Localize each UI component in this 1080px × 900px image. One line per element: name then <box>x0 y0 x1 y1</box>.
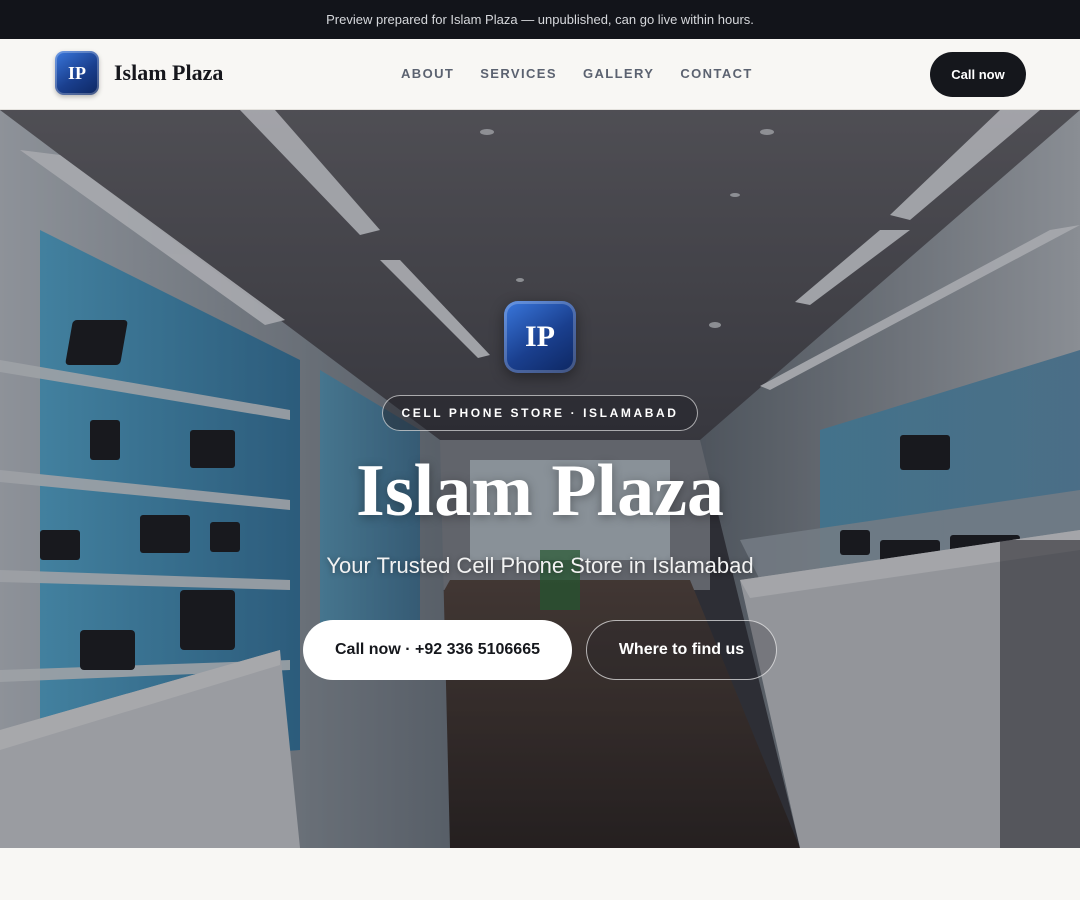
brand-name: Islam Plaza <box>114 60 224 85</box>
preview-banner: Preview prepared for Islam Plaza — unpub… <box>0 0 1080 39</box>
hero-content: IP CELL PHONE STORE · ISLAMABAD Islam Pl… <box>0 110 1080 848</box>
call-now-button[interactable]: Call now <box>930 52 1026 97</box>
next-section <box>0 848 1080 900</box>
call-phone-button[interactable]: Call now · +92 336 5106665 <box>303 620 572 680</box>
main-nav: ABOUT SERVICES GALLERY CONTACT <box>401 66 779 81</box>
hero-subtitle: Your Trusted Cell Phone Store in Islamab… <box>326 553 754 578</box>
hero-logo-icon: IP <box>504 301 576 373</box>
nav-link-services[interactable]: SERVICES <box>480 66 557 81</box>
brand-logo-icon: IP <box>55 51 99 95</box>
brand[interactable]: IP Islam Plaza <box>55 51 223 95</box>
find-us-button[interactable]: Where to find us <box>586 620 777 680</box>
hero: IP CELL PHONE STORE · ISLAMABAD Islam Pl… <box>0 110 1080 848</box>
hero-logo-initials: IP <box>525 320 555 353</box>
hero-eyebrow: CELL PHONE STORE · ISLAMABAD <box>382 395 698 431</box>
nav-link-contact[interactable]: CONTACT <box>680 66 752 81</box>
site-header: IP Islam Plaza ABOUT SERVICES GALLERY CO… <box>0 39 1080 110</box>
preview-banner-text: Preview prepared for Islam Plaza — unpub… <box>326 12 754 27</box>
nav-link-about[interactable]: ABOUT <box>401 66 454 81</box>
hero-title: Islam Plaza <box>356 450 724 532</box>
nav-link-gallery[interactable]: GALLERY <box>583 66 654 81</box>
brand-logo-initials: IP <box>68 62 86 83</box>
